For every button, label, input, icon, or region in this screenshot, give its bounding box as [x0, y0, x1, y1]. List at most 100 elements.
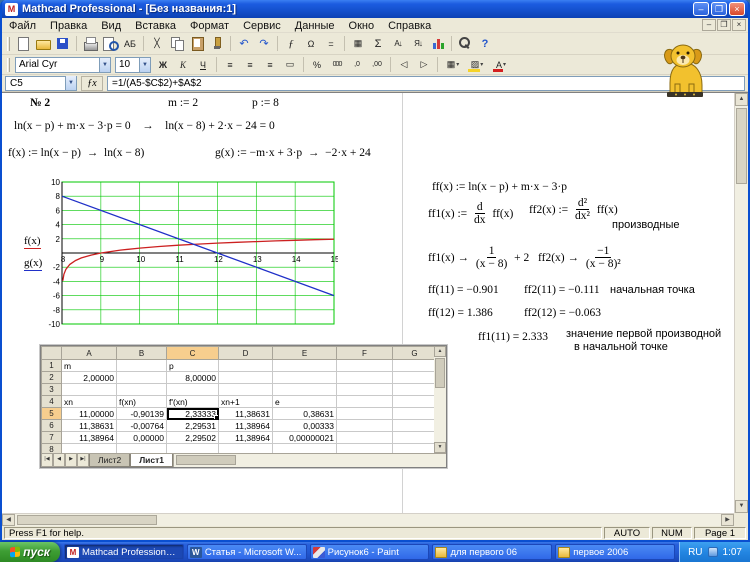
- region-ff-11[interactable]: ff(11) = −0.901: [428, 284, 499, 296]
- worksheet[interactable]: № 2 m := 2 p := 8 ln(x − p) + m·x − 3·p …: [2, 92, 748, 526]
- child-close-button[interactable]: ×: [732, 19, 746, 31]
- cell-F3[interactable]: [337, 384, 393, 396]
- chart-wizard-button[interactable]: [429, 35, 447, 52]
- format-painter-button[interactable]: [208, 35, 226, 52]
- zoom-button[interactable]: [456, 35, 474, 52]
- cell-C3[interactable]: [167, 384, 219, 396]
- start-button[interactable]: пуск: [0, 542, 60, 562]
- cell-A5[interactable]: 11,00000: [62, 408, 117, 420]
- cell-C7[interactable]: 2,29502: [167, 432, 219, 444]
- language-indicator[interactable]: RU: [688, 547, 702, 558]
- region-heading[interactable]: № 2: [30, 97, 50, 109]
- cell-A7[interactable]: 11,38964: [62, 432, 117, 444]
- decrease-indent-button[interactable]: ◁: [395, 56, 413, 73]
- tray-icon[interactable]: [708, 547, 718, 557]
- region-ff1-symbolic[interactable]: ff1(x) → 1 (x − 8) + 2: [428, 245, 529, 270]
- cell-A3[interactable]: [62, 384, 117, 396]
- sort-descending-button[interactable]: Я↓: [409, 35, 427, 52]
- spreadsheet-vscrollbar[interactable]: ▲ ▼: [434, 346, 446, 453]
- taskbar-task-mathcad[interactable]: MMathcad Professional...: [64, 544, 184, 560]
- chevron-down-icon[interactable]: ▾: [480, 61, 483, 68]
- font-name-combo[interactable]: Arial Cyr ▼: [15, 57, 111, 73]
- derivatives-label[interactable]: производные: [612, 219, 680, 231]
- assistant-dog[interactable]: [656, 42, 714, 98]
- cell-G7[interactable]: [393, 432, 437, 444]
- toolbar-grip[interactable]: [7, 37, 10, 51]
- cell-B6[interactable]: -0,00764: [117, 420, 167, 432]
- cell-D3[interactable]: [219, 384, 273, 396]
- row-header-7[interactable]: 7: [42, 432, 62, 444]
- child-restore-button[interactable]: ❐: [717, 19, 731, 31]
- print-preview-button[interactable]: [101, 35, 119, 52]
- region-ff-12[interactable]: ff(12) = 1.386: [428, 307, 493, 319]
- menu-Вставка[interactable]: Вставка: [128, 20, 183, 32]
- taskbar-task-paint[interactable]: Рисунок6 - Paint: [310, 544, 430, 560]
- col-header-D[interactable]: D: [219, 347, 273, 360]
- bold-button[interactable]: Ж: [154, 56, 172, 73]
- menu-Справка[interactable]: Справка: [381, 20, 438, 32]
- taskbar-task-folder[interactable]: для первого 06: [432, 544, 552, 560]
- worksheet-hscrollbar[interactable]: ◀ ▶: [2, 513, 734, 526]
- sheet-tab-Лист1[interactable]: Лист1: [130, 454, 173, 467]
- scroll-up-icon[interactable]: ▲: [735, 93, 748, 106]
- print-button[interactable]: [81, 35, 99, 52]
- cell-A6[interactable]: 11,38631: [62, 420, 117, 432]
- scroll-thumb[interactable]: [435, 358, 445, 388]
- col-header-C[interactable]: C: [167, 347, 219, 360]
- child-minimize-button[interactable]: –: [702, 19, 716, 31]
- open-button[interactable]: [34, 35, 52, 52]
- insert-component-button[interactable]: ▦: [349, 35, 367, 52]
- cell-B7[interactable]: 0,00000: [117, 432, 167, 444]
- cell-B1[interactable]: [117, 360, 167, 372]
- align-left-button[interactable]: ≡: [221, 56, 239, 73]
- menu-Файл[interactable]: Файл: [2, 20, 43, 32]
- merge-center-button[interactable]: ▭: [281, 56, 299, 73]
- copy-button[interactable]: [168, 35, 186, 52]
- cell-G5[interactable]: [393, 408, 437, 420]
- cell-F1[interactable]: [337, 360, 393, 372]
- menu-Данные[interactable]: Данные: [288, 20, 342, 32]
- region-m-definition[interactable]: m := 2: [168, 97, 198, 109]
- menu-Формат[interactable]: Формат: [183, 20, 236, 32]
- prev-sheet-icon[interactable]: ◀: [53, 454, 65, 467]
- close-button[interactable]: ×: [729, 2, 745, 16]
- comma-style-button[interactable]: 000: [328, 56, 346, 73]
- font-color-button[interactable]: А▾: [490, 56, 512, 73]
- restore-button[interactable]: ❐: [711, 2, 727, 16]
- cell-A4[interactable]: xn: [62, 396, 117, 408]
- menu-Правка[interactable]: Правка: [43, 20, 94, 32]
- next-sheet-icon[interactable]: ▶: [65, 454, 77, 467]
- undo-button[interactable]: ↶: [235, 35, 253, 52]
- cell-D5[interactable]: 11,38631: [219, 408, 273, 420]
- region-f-definition[interactable]: f(x) := ln(x − p) → ln(x − 8): [8, 147, 144, 159]
- col-header-B[interactable]: B: [117, 347, 167, 360]
- row-header-2[interactable]: 2: [42, 372, 62, 384]
- toolbar-grip[interactable]: [7, 58, 10, 72]
- excel-component[interactable]: ABCDEFG1mp22,000008,0000034xnf(xn)f'(xn)…: [40, 345, 447, 468]
- cell-C1[interactable]: p: [167, 360, 219, 372]
- menu-Окно[interactable]: Окно: [342, 20, 382, 32]
- cell-G6[interactable]: [393, 420, 437, 432]
- cut-button[interactable]: ╳: [148, 35, 166, 52]
- fill-color-button[interactable]: ▨▾: [466, 56, 488, 73]
- region-ff1-definition[interactable]: ff1(x) := d dx ff(x): [428, 201, 513, 226]
- cell-E7[interactable]: 0,00000021: [273, 432, 337, 444]
- borders-button[interactable]: ▦▾: [442, 56, 464, 73]
- sheet-tab-Лист2[interactable]: Лист2: [89, 454, 130, 467]
- new-button[interactable]: [14, 35, 32, 52]
- cell-F5[interactable]: [337, 408, 393, 420]
- region-p-definition[interactable]: p := 8: [252, 97, 279, 109]
- select-all-corner[interactable]: [42, 347, 62, 360]
- paste-button[interactable]: [188, 35, 206, 52]
- region-ff2-12[interactable]: ff2(12) = −0.063: [524, 307, 601, 319]
- cell-G3[interactable]: [393, 384, 437, 396]
- clock[interactable]: 1:07: [723, 547, 742, 558]
- spell-check-button[interactable]: АБ: [121, 35, 139, 52]
- row-header-6[interactable]: 6: [42, 420, 62, 432]
- scroll-left-icon[interactable]: ◀: [2, 514, 15, 526]
- cell-D7[interactable]: 11,38964: [219, 432, 273, 444]
- scroll-up-icon[interactable]: ▲: [434, 346, 446, 357]
- cell-E2[interactable]: [273, 372, 337, 384]
- col-header-A[interactable]: A: [62, 347, 117, 360]
- chevron-down-icon[interactable]: ▼: [99, 58, 110, 72]
